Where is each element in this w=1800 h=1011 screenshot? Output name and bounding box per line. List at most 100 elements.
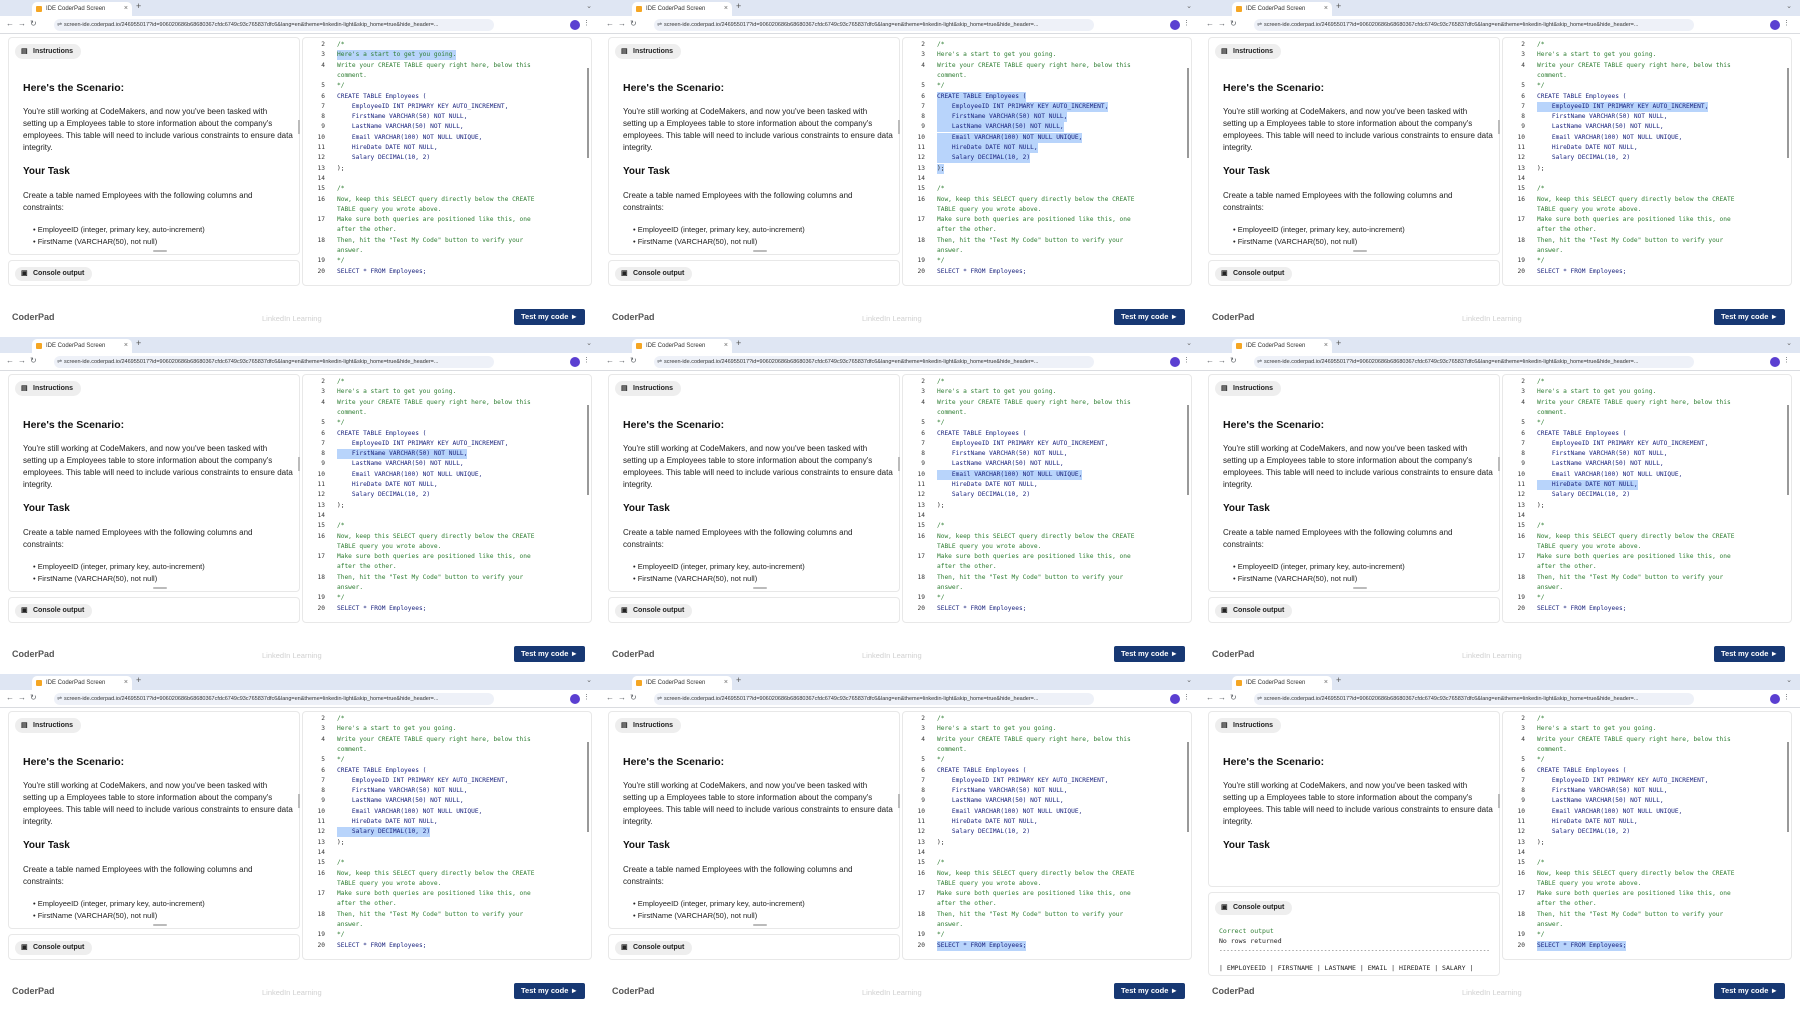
code-line[interactable]: 8 FirstName VARCHAR(50) NOT NULL, bbox=[303, 786, 591, 796]
browser-menu-icon[interactable]: ⋮ bbox=[583, 356, 594, 364]
forward-arrow-icon[interactable]: → bbox=[618, 693, 626, 702]
code-line[interactable]: after the other. bbox=[303, 225, 591, 235]
code-line[interactable]: comment. bbox=[303, 71, 591, 81]
test-my-code-button[interactable]: Test my code ► bbox=[1714, 646, 1785, 662]
code-line[interactable]: 5 */ bbox=[903, 755, 1191, 765]
panel-resize-handle[interactable] bbox=[1498, 794, 1500, 808]
code-line[interactable]: 4 Write your CREATE TABLE query right her… bbox=[303, 61, 591, 71]
code-line[interactable]: 15 /* bbox=[1503, 184, 1791, 194]
editor-scrollbar[interactable] bbox=[1787, 68, 1789, 158]
code-line[interactable]: 5 */ bbox=[903, 81, 1191, 91]
code-line[interactable]: after the other. bbox=[903, 562, 1191, 572]
code-line[interactable]: 9 LastName VARCHAR(50) NOT NULL, bbox=[903, 122, 1191, 133]
code-line[interactable]: 6 CREATE TABLE Employees ( bbox=[1503, 429, 1791, 439]
code-line[interactable]: after the other. bbox=[303, 899, 591, 909]
code-line[interactable]: 13); bbox=[1503, 164, 1791, 174]
code-line[interactable]: 17 Make sure both queries are positioned … bbox=[1503, 215, 1791, 225]
new-tab-button[interactable]: + bbox=[136, 1, 141, 11]
code-line[interactable]: 8 FirstName VARCHAR(50) NOT NULL, bbox=[303, 112, 591, 122]
reload-icon[interactable]: ↻ bbox=[30, 693, 37, 702]
code-line[interactable]: 20 SELECT * FROM Employees; bbox=[903, 940, 1191, 951]
code-line[interactable]: 17 Make sure both queries are positioned … bbox=[1503, 889, 1791, 899]
code-line[interactable]: 13); bbox=[1503, 501, 1791, 511]
code-line[interactable]: 15 /* bbox=[1503, 521, 1791, 531]
browser-tab[interactable]: IDE CoderPad Screen × bbox=[32, 339, 132, 353]
code-line[interactable]: 3 Here's a start to get you going. bbox=[903, 387, 1191, 397]
code-line[interactable]: 7 EmployeeID INT PRIMARY KEY AUTO_INCREM… bbox=[903, 776, 1191, 786]
test-my-code-button[interactable]: Test my code ► bbox=[1114, 309, 1185, 325]
browser-menu-icon[interactable]: ⋮ bbox=[583, 693, 594, 701]
new-tab-button[interactable]: + bbox=[136, 338, 141, 348]
url-field[interactable]: ⇌ screen-ide.coderpad.io/246955017?id=906… bbox=[54, 19, 494, 31]
panel-resize-handle[interactable] bbox=[1498, 120, 1500, 134]
close-tab-icon[interactable]: × bbox=[1324, 676, 1328, 690]
code-line[interactable]: 7 EmployeeID INT PRIMARY KEY AUTO_INCREM… bbox=[1503, 101, 1791, 112]
code-line[interactable]: 3 Here's a start to get you going. bbox=[903, 724, 1191, 734]
code-line[interactable]: 19 */ bbox=[903, 930, 1191, 940]
code-line[interactable]: 5 */ bbox=[303, 418, 591, 428]
code-line[interactable]: 2 /* bbox=[1503, 377, 1791, 387]
code-line[interactable]: 8 FirstName VARCHAR(50) NOT NULL, bbox=[903, 786, 1191, 796]
close-tab-icon[interactable]: × bbox=[124, 676, 128, 690]
code-line[interactable]: 20 SELECT * FROM Employees; bbox=[1503, 940, 1791, 951]
code-line[interactable]: 10 Email VARCHAR(100) NOT NULL UNIQUE, bbox=[1503, 807, 1791, 817]
code-line[interactable]: 4 Write your CREATE TABLE query right her… bbox=[303, 735, 591, 745]
scroll-handle[interactable] bbox=[153, 250, 167, 252]
code-line[interactable]: 5 */ bbox=[903, 418, 1191, 428]
code-line[interactable]: 17 Make sure both queries are positioned … bbox=[903, 889, 1191, 899]
code-line[interactable]: 12 Salary DECIMAL(10, 2) bbox=[903, 490, 1191, 500]
browser-menu-icon[interactable]: ⋮ bbox=[1783, 693, 1794, 701]
panel-resize-handle[interactable] bbox=[298, 794, 300, 808]
code-line[interactable]: 2 /* bbox=[903, 377, 1191, 387]
url-field[interactable]: ⇌ screen-ide.coderpad.io/246955017?id=906… bbox=[654, 356, 1094, 368]
editor-scrollbar[interactable] bbox=[1787, 405, 1789, 495]
code-editor[interactable]: 2 /* 3 Here's a start to get you going. 4 Wri… bbox=[302, 711, 592, 960]
panel-resize-handle[interactable] bbox=[298, 457, 300, 471]
code-line[interactable]: 5 */ bbox=[303, 755, 591, 765]
code-line[interactable]: 13); bbox=[303, 164, 591, 174]
reload-icon[interactable]: ↻ bbox=[1230, 19, 1237, 28]
test-my-code-button[interactable]: Test my code ► bbox=[1714, 983, 1785, 999]
code-line[interactable]: 4 Write your CREATE TABLE query right her… bbox=[1503, 735, 1791, 745]
new-tab-button[interactable]: + bbox=[1336, 338, 1341, 348]
code-editor[interactable]: 2 /* 3 Here's a start to get you going. 4 Wri… bbox=[1502, 37, 1792, 286]
code-editor[interactable]: 2 /* 3 Here's a start to get you going. 4 Wri… bbox=[302, 374, 592, 623]
code-line[interactable]: 3 Here's a start to get you going. bbox=[1503, 387, 1791, 397]
browser-menu-icon[interactable]: ⋮ bbox=[1783, 19, 1794, 27]
tab-list-chevron-icon[interactable]: ⌄ bbox=[1186, 2, 1192, 10]
code-line[interactable]: comment. bbox=[1503, 71, 1791, 81]
code-line[interactable]: 6 CREATE TABLE Employees ( bbox=[903, 766, 1191, 776]
code-line[interactable]: 2 /* bbox=[303, 40, 591, 50]
browser-tab[interactable]: IDE CoderPad Screen × bbox=[32, 676, 132, 690]
panel-resize-handle[interactable] bbox=[898, 794, 900, 808]
tab-list-chevron-icon[interactable]: ⌄ bbox=[586, 2, 592, 10]
code-line[interactable]: 2 /* bbox=[303, 714, 591, 724]
tab-list-chevron-icon[interactable]: ⌄ bbox=[1786, 676, 1792, 684]
browser-tab[interactable]: IDE CoderPad Screen × bbox=[632, 339, 732, 353]
code-editor[interactable]: 2 /* 3 Here's a start to get you going. 4 Wri… bbox=[902, 374, 1192, 623]
code-line[interactable]: 11 HireDate DATE NOT NULL, bbox=[903, 817, 1191, 827]
instructions-button[interactable]: ▤ Instructions bbox=[1215, 44, 1282, 59]
code-line[interactable]: answer. bbox=[303, 246, 591, 256]
test-my-code-button[interactable]: Test my code ► bbox=[514, 646, 585, 662]
code-line[interactable]: 14 bbox=[303, 511, 591, 521]
code-line[interactable]: 18 Then, hit the "Test My Code" button to… bbox=[1503, 573, 1791, 583]
code-line[interactable]: 12 Salary DECIMAL(10, 2) bbox=[1503, 490, 1791, 500]
profile-avatar[interactable] bbox=[570, 20, 580, 30]
code-line[interactable]: 10 Email VARCHAR(100) NOT NULL UNIQUE, bbox=[903, 807, 1191, 817]
forward-arrow-icon[interactable]: → bbox=[1218, 19, 1226, 28]
code-line[interactable]: after the other. bbox=[903, 899, 1191, 909]
code-line[interactable]: after the other. bbox=[903, 225, 1191, 235]
editor-scrollbar[interactable] bbox=[587, 68, 589, 158]
code-line[interactable]: 12 Salary DECIMAL(10, 2) bbox=[903, 827, 1191, 837]
site-info-icon[interactable]: ⇌ bbox=[1257, 19, 1262, 31]
code-line[interactable]: 6 CREATE TABLE Employees ( bbox=[303, 92, 591, 102]
code-line[interactable]: 16 Now, keep this SELECT query directly b… bbox=[1503, 195, 1791, 205]
code-line[interactable]: 4 Write your CREATE TABLE query right her… bbox=[903, 398, 1191, 408]
code-line[interactable]: 14 bbox=[1503, 848, 1791, 858]
code-line[interactable]: 3 Here's a start to get you going. bbox=[903, 50, 1191, 60]
code-line[interactable]: 18 Then, hit the "Test My Code" button to… bbox=[1503, 236, 1791, 246]
code-line[interactable]: 10 Email VARCHAR(100) NOT NULL UNIQUE, bbox=[1503, 133, 1791, 143]
site-info-icon[interactable]: ⇌ bbox=[657, 693, 662, 705]
code-line[interactable]: 16 Now, keep this SELECT query directly b… bbox=[903, 869, 1191, 879]
